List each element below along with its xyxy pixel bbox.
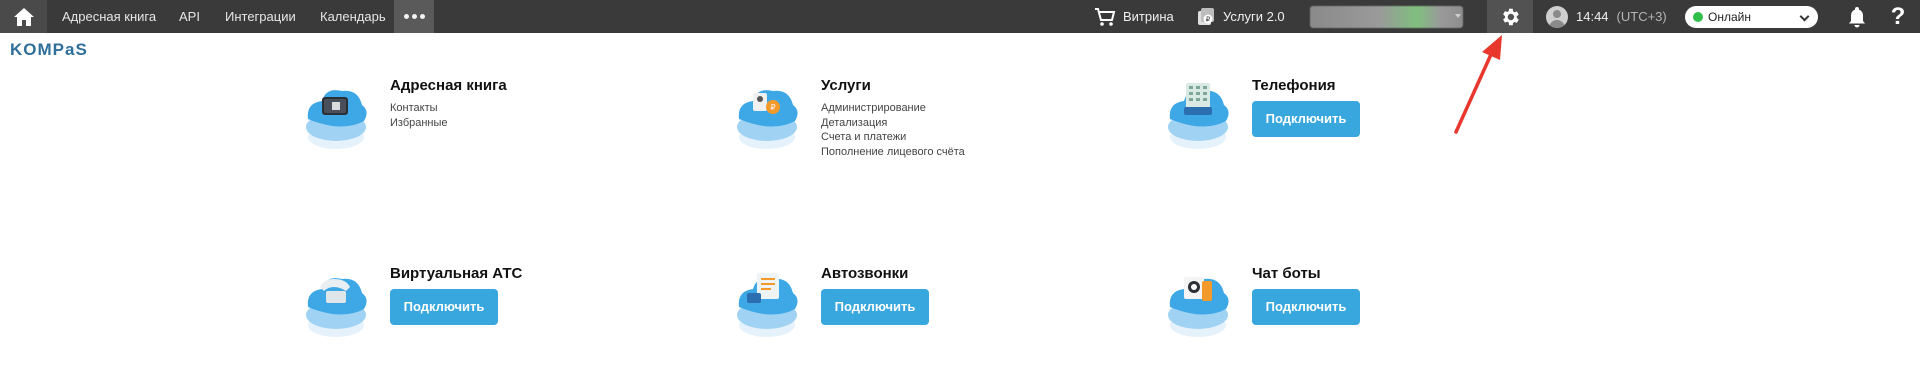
nav-api[interactable]: API [179, 0, 200, 33]
services2-label: Услуги 2.0 [1223, 9, 1285, 24]
tile-telephony: Телефония Подключить [1164, 77, 1584, 187]
connect-telephony-button[interactable]: Подключить [1252, 101, 1360, 137]
connect-autocalls-button[interactable]: Подключить [821, 289, 929, 325]
nav-address-book[interactable]: Адресная книга [62, 0, 156, 33]
link-bills-payments[interactable]: Счета и платежи [821, 130, 965, 145]
tile-title: Автозвонки [821, 265, 909, 282]
top-navigation-bar: Адресная книга API Интеграции Календарь … [0, 0, 1920, 33]
chevron-down-icon [1799, 11, 1810, 22]
help-icon[interactable]: ? [1886, 0, 1910, 33]
tile-virtual-pbx: Виртуальная АТС Подключить [302, 265, 722, 375]
cart-icon [1095, 7, 1116, 26]
user-menu[interactable]: 14:44 (UTC+3) [1546, 0, 1667, 33]
home-icon [13, 7, 34, 26]
more-icon-dot [419, 14, 425, 19]
link-detailing[interactable]: Детализация [821, 116, 965, 131]
home-button[interactable] [0, 0, 47, 33]
nav-calendar[interactable]: Календарь [320, 0, 386, 33]
chevron-down-icon [1455, 14, 1461, 18]
tile-title: Адресная книга [390, 77, 507, 94]
link-contacts[interactable]: Контакты [390, 101, 448, 116]
tile-autocalls: Автозвонки Подключить [733, 265, 1153, 375]
tile-title: Телефония [1252, 77, 1336, 94]
status-online-dot [1693, 12, 1703, 22]
svg-text:₽: ₽ [1206, 15, 1211, 23]
status-select[interactable]: Онлайн [1685, 6, 1818, 28]
settings-button[interactable] [1487, 0, 1533, 33]
nav-integrations[interactable]: Интеграции [225, 0, 296, 33]
more-icon [403, 14, 409, 19]
kompas-logo: KOMPaS [10, 40, 88, 59]
services-icon: ₽ [1198, 7, 1214, 25]
services2-link[interactable]: ₽ Услуги 2.0 [1196, 0, 1285, 33]
tile-services: ₽ Услуги Администрирование Детализация С… [733, 77, 1153, 187]
services-cloud-icon: ₽ [737, 90, 798, 149]
chat-bots-cloud-icon [1168, 277, 1229, 337]
status-value: Онлайн [1708, 10, 1751, 24]
link-favorites[interactable]: Избранные [390, 116, 448, 131]
virtual-pbx-cloud-icon [306, 278, 367, 337]
tile-chat-bots: Чат боты Подключить [1164, 265, 1584, 375]
avatar [1546, 5, 1568, 28]
gear-icon [1503, 8, 1519, 25]
account-selector[interactable] [1310, 6, 1463, 28]
tile-title: Виртуальная АТС [390, 265, 523, 282]
clock-time: 14:44 [1576, 9, 1609, 24]
more-menu-button[interactable] [394, 0, 434, 33]
connect-chat-bots-button[interactable]: Подключить [1252, 289, 1360, 325]
link-top-up-balance[interactable]: Пополнение лицевого счёта [821, 145, 965, 160]
telephony-cloud-icon [1168, 83, 1229, 149]
clock-timezone: (UTC+3) [1616, 9, 1667, 24]
showcase-link[interactable]: Витрина [1094, 0, 1174, 33]
more-icon-dot [411, 14, 417, 19]
svg-text:₽: ₽ [770, 103, 775, 112]
autocalls-cloud-icon [737, 273, 798, 337]
tile-title: Чат боты [1252, 265, 1321, 282]
bell-icon [1849, 6, 1865, 27]
tile-address-book: Адресная книга Контакты Избранные [302, 77, 722, 187]
showcase-label: Витрина [1123, 9, 1174, 24]
tile-title: Услуги [821, 77, 871, 94]
notifications-button[interactable] [1845, 0, 1869, 33]
address-book-cloud-icon [306, 90, 367, 149]
connect-virtual-pbx-button[interactable]: Подключить [390, 289, 498, 325]
link-administration[interactable]: Администрирование [821, 101, 965, 116]
